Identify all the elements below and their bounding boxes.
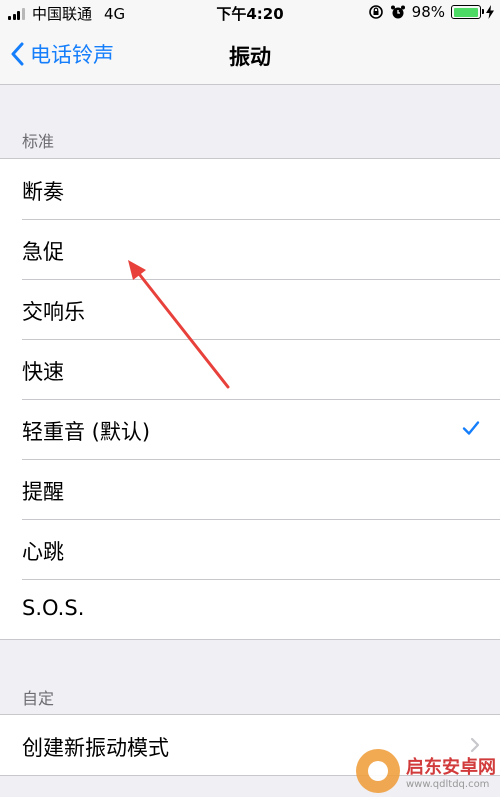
vibration-option-accent-default[interactable]: 轻重音 (默认) bbox=[0, 399, 500, 459]
option-label: 心跳 bbox=[22, 540, 64, 564]
option-label: S.O.S. bbox=[22, 596, 85, 620]
navigation-bar: 电话铃声 振动 bbox=[0, 24, 500, 85]
charging-icon bbox=[486, 5, 494, 19]
vibration-option-rapid[interactable]: 急促 bbox=[0, 219, 500, 279]
page-title: 振动 bbox=[229, 45, 271, 69]
option-label: 轻重音 (默认) bbox=[22, 420, 151, 444]
watermark: 启东安卓网 www.qdltdq.com bbox=[356, 749, 496, 793]
battery-icon bbox=[451, 5, 484, 19]
status-bar: 中国联通 4G 下午4:20 98% bbox=[0, 0, 500, 24]
watermark-title: 启东安卓网 bbox=[406, 756, 496, 778]
battery-percent: 98% bbox=[411, 3, 445, 21]
option-label: 提醒 bbox=[22, 480, 64, 504]
alarm-icon bbox=[390, 5, 405, 19]
option-label: 交响乐 bbox=[22, 300, 85, 324]
standard-vibration-list: 断奏 急促 交响乐 快速 轻重音 (默认) 提醒 心跳 S.O.S. bbox=[0, 158, 500, 640]
option-label: 急促 bbox=[22, 240, 64, 264]
create-new-vibration-label: 创建新振动模式 bbox=[22, 736, 169, 760]
lock-rotation-icon bbox=[368, 5, 383, 19]
section-header-custom: 自定 bbox=[22, 689, 55, 708]
checkmark-icon bbox=[462, 421, 480, 435]
vibration-option-quick[interactable]: 快速 bbox=[0, 339, 500, 399]
section-header-standard: 标准 bbox=[22, 132, 55, 151]
watermark-logo-icon bbox=[356, 749, 400, 793]
vibration-option-alert[interactable]: 提醒 bbox=[0, 459, 500, 519]
option-label: 快速 bbox=[22, 360, 64, 384]
vibration-option-symphony[interactable]: 交响乐 bbox=[0, 279, 500, 339]
vibration-option-heartbeat[interactable]: 心跳 bbox=[0, 519, 500, 579]
watermark-url: www.qdltdq.com bbox=[406, 778, 490, 790]
option-label: 断奏 bbox=[22, 180, 64, 204]
vibration-option-staccato[interactable]: 断奏 bbox=[0, 159, 500, 219]
vibration-option-sos[interactable]: S.O.S. bbox=[0, 579, 500, 639]
